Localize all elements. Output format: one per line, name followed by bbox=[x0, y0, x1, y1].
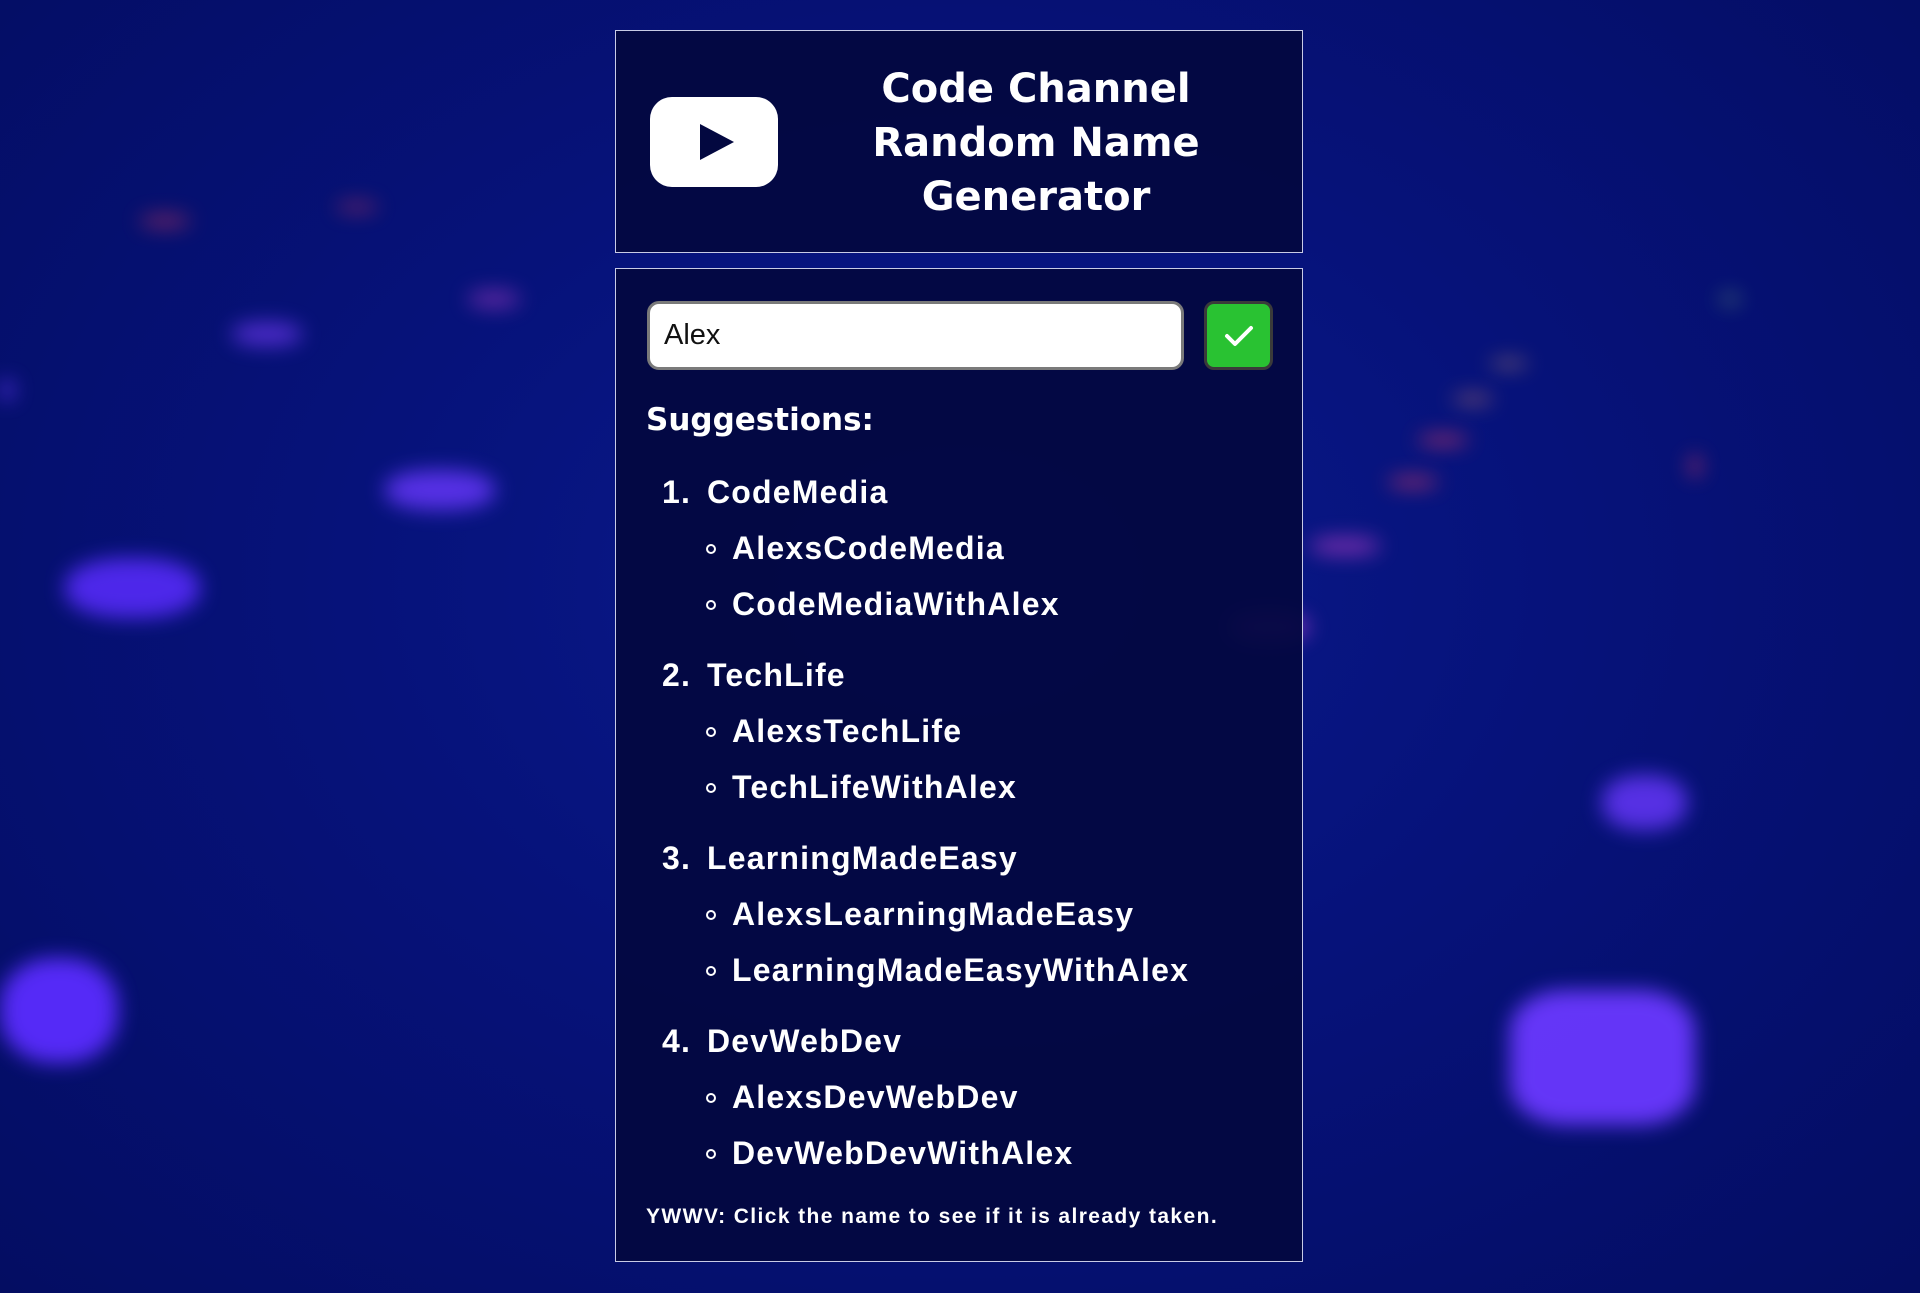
name-input[interactable] bbox=[647, 301, 1184, 370]
circle-bullet-icon bbox=[706, 1092, 716, 1103]
suggestion-number: 2. bbox=[662, 657, 692, 693]
suggestion-group: 1. CodeMedia AlexsCodeMedia CodeMediaWith… bbox=[662, 464, 1189, 632]
submit-button[interactable] bbox=[1204, 301, 1273, 370]
page-title: Code Channel Random Name Generator bbox=[816, 62, 1256, 224]
suggestion-list: 1. CodeMedia AlexsCodeMedia CodeMediaWith… bbox=[662, 464, 1189, 1196]
variant-name-link[interactable]: LearningMadeEasyWithAlex bbox=[732, 952, 1189, 988]
suggestions-heading: Suggestions: bbox=[646, 402, 874, 438]
variant-item: TechLifeWithAlex bbox=[706, 759, 1189, 815]
variant-item: AlexsCodeMedia bbox=[706, 520, 1189, 576]
circle-bullet-icon bbox=[706, 726, 716, 737]
variant-item: AlexsTechLife bbox=[706, 703, 1189, 759]
circle-bullet-icon bbox=[706, 599, 716, 610]
variant-item: CodeMediaWithAlex bbox=[706, 576, 1189, 632]
generator-panel: Suggestions: 1. CodeMedia AlexsCodeMedia … bbox=[615, 268, 1303, 1262]
suggestion-number: 3. bbox=[662, 840, 692, 876]
variant-list: AlexsTechLife TechLifeWithAlex bbox=[662, 703, 1189, 815]
title-line-3: Generator bbox=[921, 174, 1151, 220]
variant-list: AlexsCodeMedia CodeMediaWithAlex bbox=[662, 520, 1189, 632]
variant-item: LearningMadeEasyWithAlex bbox=[706, 942, 1189, 998]
suggestion-base-name: DevWebDev bbox=[707, 1023, 903, 1059]
checkmark-icon bbox=[1224, 325, 1253, 346]
circle-bullet-icon bbox=[706, 1148, 716, 1159]
suggestion-group: 4. DevWebDev AlexsDevWebDev DevWebDevWith… bbox=[662, 1013, 1189, 1181]
youtube-play-icon bbox=[650, 97, 778, 187]
variant-list: AlexsLearningMadeEasy LearningMadeEasyWi… bbox=[662, 886, 1189, 998]
suggestion-base-name: LearningMadeEasy bbox=[707, 840, 1018, 876]
circle-bullet-icon bbox=[706, 782, 716, 793]
variant-name-link[interactable]: AlexsCodeMedia bbox=[732, 530, 1005, 566]
variant-item: DevWebDevWithAlex bbox=[706, 1125, 1189, 1181]
title-line-2: Random Name bbox=[872, 120, 1200, 166]
suggestion-number: 4. bbox=[662, 1023, 692, 1059]
footer-note: YWWV: Click the name to see if it is alr… bbox=[646, 1205, 1219, 1228]
header-panel: Code Channel Random Name Generator bbox=[615, 30, 1303, 253]
circle-bullet-icon bbox=[706, 965, 716, 976]
circle-bullet-icon bbox=[706, 909, 716, 920]
suggestion-group: 2. TechLife AlexsTechLife TechLifeWithAle… bbox=[662, 647, 1189, 815]
suggestion-group: 3. LearningMadeEasy AlexsLearningMadeEasy… bbox=[662, 830, 1189, 998]
variant-name-link[interactable]: AlexsLearningMadeEasy bbox=[732, 896, 1134, 932]
circle-bullet-icon bbox=[706, 543, 716, 554]
variant-item: AlexsDevWebDev bbox=[706, 1069, 1189, 1125]
suggestion-base-name: CodeMedia bbox=[707, 474, 889, 510]
variant-item: AlexsLearningMadeEasy bbox=[706, 886, 1189, 942]
variant-name-link[interactable]: CodeMediaWithAlex bbox=[732, 586, 1060, 622]
variant-name-link[interactable]: AlexsTechLife bbox=[732, 713, 962, 749]
variant-name-link[interactable]: TechLifeWithAlex bbox=[732, 769, 1017, 805]
page: Code Channel Random Name Generator Sugge… bbox=[0, 0, 1920, 1293]
variant-name-link[interactable]: AlexsDevWebDev bbox=[732, 1079, 1019, 1115]
variant-list: AlexsDevWebDev DevWebDevWithAlex bbox=[662, 1069, 1189, 1181]
suggestion-number: 1. bbox=[662, 474, 692, 510]
title-line-1: Code Channel bbox=[881, 66, 1191, 112]
suggestion-base-name: TechLife bbox=[707, 657, 846, 693]
variant-name-link[interactable]: DevWebDevWithAlex bbox=[732, 1135, 1073, 1171]
